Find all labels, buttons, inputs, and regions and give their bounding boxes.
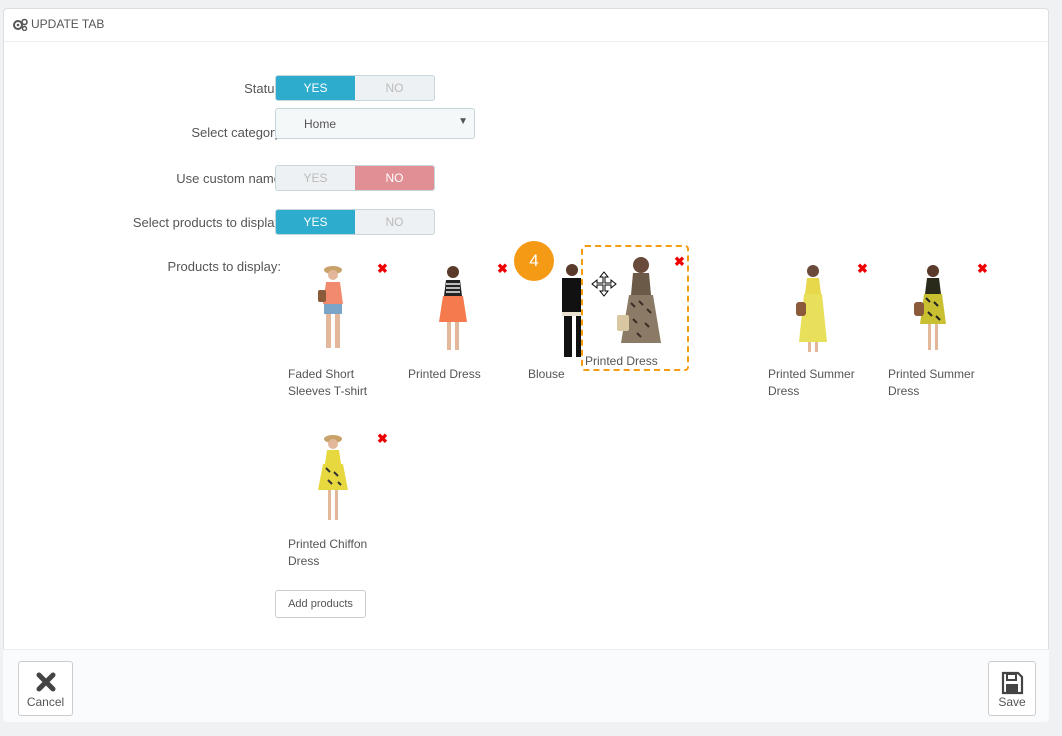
product-image xyxy=(617,257,661,343)
select-products-no-option[interactable]: NO xyxy=(355,210,434,234)
product-name: Printed Dress xyxy=(408,367,481,381)
remove-icon[interactable]: ✖ xyxy=(977,262,988,275)
add-products-button[interactable]: Add products xyxy=(275,590,366,618)
cancel-label: Cancel xyxy=(26,695,65,709)
cancel-button[interactable]: Cancel xyxy=(18,661,73,716)
panel-title: UPDATE TAB xyxy=(31,17,105,31)
product-image xyxy=(318,435,348,520)
product-name: Faded Short Sleeves T-shirt xyxy=(288,367,368,398)
category-select-value: Home xyxy=(304,117,337,131)
status-yes-option[interactable]: YES xyxy=(276,76,355,100)
caret-down-icon: ▼ xyxy=(458,116,468,127)
product-name: Printed Summer Dress xyxy=(768,367,855,398)
product-image xyxy=(318,266,343,348)
panel-heading: UPDATE TAB xyxy=(4,9,1048,42)
remove-icon[interactable]: ✖ xyxy=(857,262,868,275)
save-label: Save xyxy=(998,695,1026,709)
status-switch[interactable]: YES NO xyxy=(275,75,435,101)
product-name: Printed Summer Dress xyxy=(888,367,975,398)
product-name: Printed Chiffon Dress xyxy=(288,537,368,568)
product-image xyxy=(796,265,827,352)
category-select[interactable]: Home ▼ xyxy=(275,108,475,139)
gears-icon xyxy=(13,18,28,31)
step-badge: 4 xyxy=(514,241,554,281)
status-no-option[interactable]: NO xyxy=(355,76,434,100)
product-item[interactable]: Printed Summer Dress xyxy=(888,262,998,412)
dragging-product-item[interactable]: Printed Dress ✖ xyxy=(581,245,689,371)
remove-icon[interactable]: ✖ xyxy=(497,262,508,275)
product-image xyxy=(914,265,946,350)
select-products-label: Select products to display xyxy=(132,215,281,230)
category-label: Select category xyxy=(191,125,281,140)
product-item[interactable]: Faded Short Sleeves T-shirt xyxy=(288,262,398,412)
product-name: Printed Dress xyxy=(585,354,658,368)
panel-footer: Cancel Save xyxy=(3,649,1049,722)
custom-name-no-option[interactable]: NO xyxy=(355,166,434,190)
products-to-display-label: Products to display: xyxy=(167,259,281,274)
move-cursor-icon xyxy=(591,271,617,297)
select-products-switch[interactable]: YES NO xyxy=(275,209,435,235)
floppy-disk-icon xyxy=(1001,671,1024,695)
product-item[interactable]: Blouse xyxy=(528,262,588,412)
product-image xyxy=(439,266,467,350)
remove-icon[interactable]: ✖ xyxy=(377,262,388,275)
custom-name-label: Use custom name xyxy=(176,171,281,186)
product-item[interactable]: Printed Chiffon Dress xyxy=(288,432,398,582)
product-item[interactable]: Printed Dress xyxy=(408,262,518,412)
remove-icon[interactable]: ✖ xyxy=(674,255,685,268)
product-item[interactable]: Printed Summer Dress xyxy=(768,262,878,412)
custom-name-switch[interactable]: YES NO xyxy=(275,165,435,191)
close-icon xyxy=(36,672,55,692)
save-button[interactable]: Save xyxy=(988,661,1036,716)
remove-icon[interactable]: ✖ xyxy=(377,432,388,445)
custom-name-yes-option[interactable]: YES xyxy=(276,166,355,190)
select-products-yes-option[interactable]: YES xyxy=(276,210,355,234)
